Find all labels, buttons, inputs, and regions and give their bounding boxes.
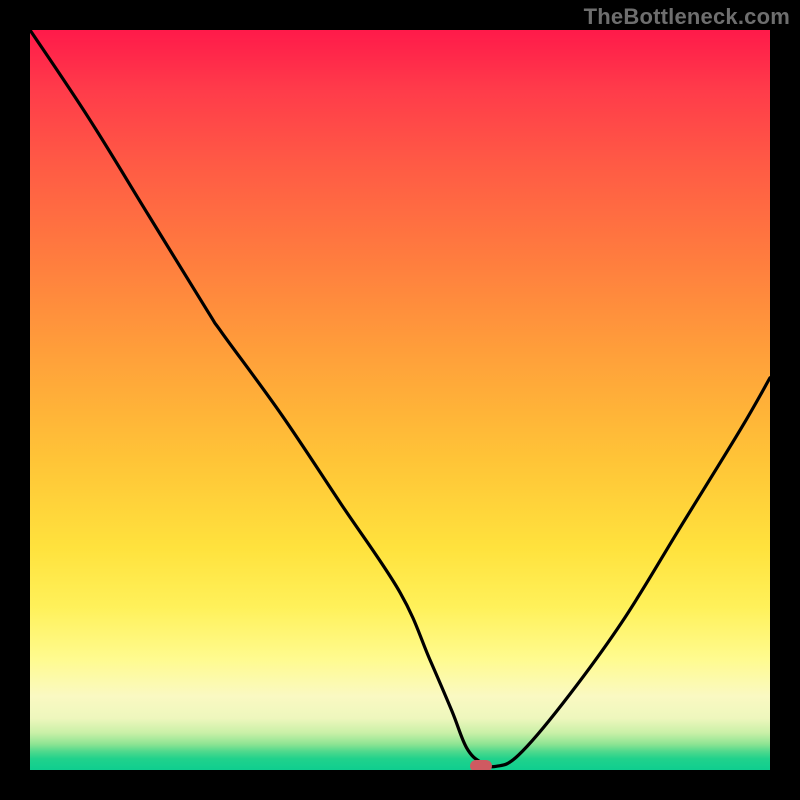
watermark-text: TheBottleneck.com bbox=[584, 4, 790, 30]
chart-frame: TheBottleneck.com bbox=[0, 0, 800, 800]
bottleneck-curve bbox=[30, 30, 770, 770]
plot-area bbox=[30, 30, 770, 770]
optimal-marker bbox=[470, 760, 492, 770]
